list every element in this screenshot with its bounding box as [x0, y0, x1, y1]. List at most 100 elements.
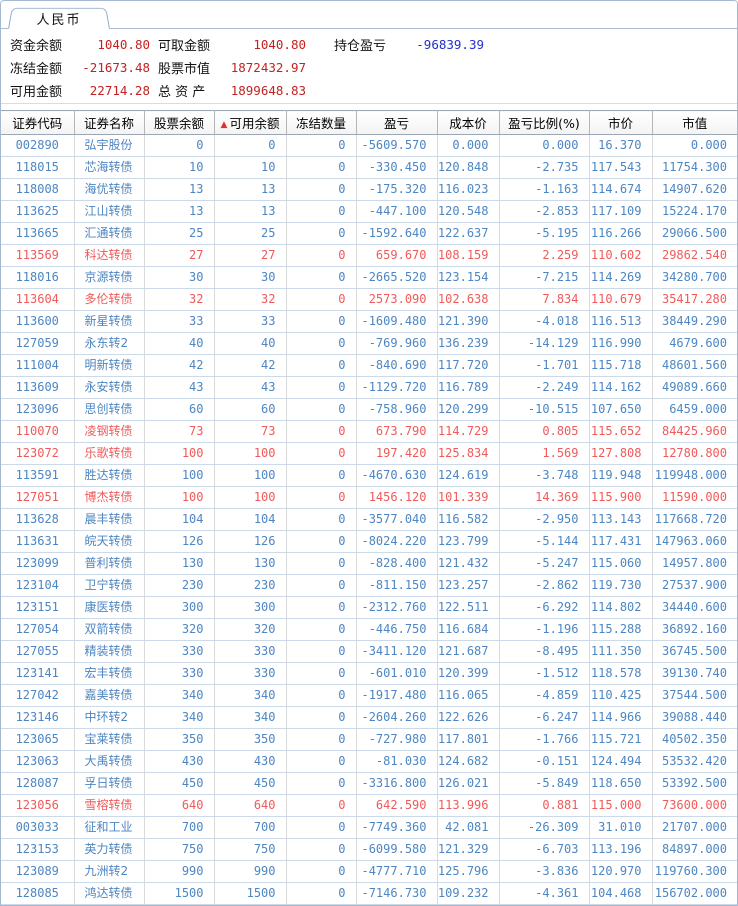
column-header-frozen[interactable]: 冻结数量	[286, 110, 357, 135]
cell-cost-price: 120.548	[437, 200, 500, 223]
cell-cost-price: 116.582	[437, 508, 500, 531]
cell-balance: 30	[144, 266, 215, 289]
table-row[interactable]: 113628 晨丰转债 104 104 0 -3577.040 116.582 -2.950 1…	[1, 508, 737, 531]
cell-balance: 1500	[144, 882, 215, 905]
cell-name: 永东转2	[74, 332, 145, 355]
table-row[interactable]: 123146 中环转2 340 340 0 -2604.260 122.626 -6.247 1…	[1, 706, 737, 729]
cell-market-price: 111.350	[589, 640, 653, 663]
cell-code: 113631	[1, 530, 75, 553]
table-row[interactable]: 123096 思创转债 60 60 0 -758.960 120.299 -10.515 107…	[1, 398, 737, 421]
cell-frozen: 0	[286, 838, 357, 861]
table-row[interactable]: 123104 卫宁转债 230 230 0 -811.150 123.257 -2.862 11…	[1, 574, 737, 597]
tab-rmb[interactable]: 人民币	[8, 6, 110, 30]
column-header-available[interactable]: ▲ 可用余额	[214, 110, 287, 135]
cell-frozen: 0	[286, 134, 357, 157]
table-row[interactable]: 123151 康医转债 300 300 0 -2312.760 122.511 -6.292 1…	[1, 596, 737, 619]
table-row[interactable]: 127042 嘉美转债 340 340 0 -1917.480 116.065 -4.859 1…	[1, 684, 737, 707]
table-row[interactable]: 123063 大禹转债 430 430 0 -81.030 124.682 -0.151 124…	[1, 750, 737, 773]
cell-available: 1500	[214, 882, 287, 905]
cell-available: 30	[214, 266, 287, 289]
cell-code: 123141	[1, 662, 75, 685]
table-row[interactable]: 113625 江山转债 13 13 0 -447.100 120.548 -2.853 117.…	[1, 200, 737, 223]
cell-frozen: 0	[286, 486, 357, 509]
cell-frozen: 0	[286, 442, 357, 465]
table-row[interactable]: 003033 征和工业 700 700 0 -7749.360 42.081 -26.309 3…	[1, 816, 737, 839]
cell-frozen: 0	[286, 464, 357, 487]
cell-pnl-ratio: -10.515	[499, 398, 590, 421]
table-row[interactable]: 113631 皖天转债 126 126 0 -8024.220 123.799 -5.144 1…	[1, 530, 737, 553]
column-header-code[interactable]: 证券代码	[1, 110, 75, 135]
table-row[interactable]: 128085 鸿达转债 1500 1500 0 -7146.730 109.232 -4.36…	[1, 882, 737, 905]
table-row[interactable]: 113569 科达转债 27 27 0 659.670 108.159 2.259 110.60…	[1, 244, 737, 267]
table-row[interactable]: 113665 汇通转债 25 25 0 -1592.640 122.637 -5.195 116…	[1, 222, 737, 245]
cell-pnl-ratio: -6.292	[499, 596, 590, 619]
cell-market-value: 38449.290	[652, 310, 737, 333]
table-row[interactable]: 123089 九洲转2 990 990 0 -4777.710 125.796 -3.836 1…	[1, 860, 737, 883]
table-row[interactable]: 123065 宝莱转债 350 350 0 -727.980 117.801 -1.766 11…	[1, 728, 737, 751]
table-row[interactable]: 113604 多伦转债 32 32 0 2573.090 102.638 7.834 110.6…	[1, 288, 737, 311]
cell-name: 永安转债	[74, 376, 145, 399]
cell-name: 宝莱转债	[74, 728, 145, 751]
cell-frozen: 0	[286, 860, 357, 883]
table-row[interactable]: 128087 孚日转债 450 450 0 -3316.800 126.021 -5.849 1…	[1, 772, 737, 795]
table-row[interactable]: 123099 普利转债 130 130 0 -828.400 121.432 -5.247 11…	[1, 552, 737, 575]
table-row[interactable]: 118008 海优转债 13 13 0 -175.320 116.023 -1.163 114.…	[1, 178, 737, 201]
cell-frozen: 0	[286, 156, 357, 179]
funds-balance-value: 1040.80	[97, 37, 150, 52]
cell-market-price: 117.431	[589, 530, 653, 553]
cell-market-price: 120.970	[589, 860, 653, 883]
cell-cost-price: 121.390	[437, 310, 500, 333]
cell-available: 32	[214, 288, 287, 311]
cell-pnl-ratio: -7.215	[499, 266, 590, 289]
table-row[interactable]: 002890 弘宇股份 0 0 0 -5609.570 0.000 0.000 16.370 0.…	[1, 134, 737, 157]
cell-balance: 450	[144, 772, 215, 795]
cell-available: 350	[214, 728, 287, 751]
cell-code: 113665	[1, 222, 75, 245]
cell-market-value: 37544.500	[652, 684, 737, 707]
column-header-name[interactable]: 证券名称	[74, 110, 145, 135]
table-row[interactable]: 127051 博杰转债 100 100 0 1456.120 101.339 14.369 11…	[1, 486, 737, 509]
holdings-body: 002890 弘宇股份 0 0 0 -5609.570 0.000 0.000 16.370 0.…	[1, 134, 737, 905]
table-row[interactable]: 127054 双箭转债 320 320 0 -446.750 116.684 -1.196 11…	[1, 618, 737, 641]
table-row[interactable]: 113600 新星转债 33 33 0 -1609.480 121.390 -4.018 116…	[1, 310, 737, 333]
cell-available: 126	[214, 530, 287, 553]
cell-pnl-ratio: -5.849	[499, 772, 590, 795]
table-row[interactable]: 118016 京源转债 30 30 0 -2665.520 123.154 -7.215 114…	[1, 266, 737, 289]
column-header-market-price[interactable]: 市价	[589, 110, 653, 135]
cell-cost-price: 42.081	[437, 816, 500, 839]
table-row[interactable]: 111004 明新转债 42 42 0 -840.690 117.720 -1.701 115.…	[1, 354, 737, 377]
table-row[interactable]: 123072 乐歌转债 100 100 0 197.420 125.834 1.569 127.…	[1, 442, 737, 465]
cell-balance: 430	[144, 750, 215, 773]
cell-name: 胜达转债	[74, 464, 145, 487]
table-row[interactable]: 127059 永东转2 40 40 0 -769.960 136.239 -14.129 116…	[1, 332, 737, 355]
cell-available: 13	[214, 200, 287, 223]
cell-market-price: 110.602	[589, 244, 653, 267]
table-row[interactable]: 113591 胜达转债 100 100 0 -4670.630 124.619 -3.748 1…	[1, 464, 737, 487]
cell-available: 60	[214, 398, 287, 421]
column-header-pnl-ratio[interactable]: 盈亏比例(%)	[499, 110, 590, 135]
cell-pnl: 673.790	[356, 420, 438, 443]
available-amount-value: 22714.28	[89, 83, 150, 98]
summary-row-3: 可用金额 22714.28 总 资 产 1899648.83	[1, 79, 737, 102]
column-header-balance[interactable]: 股票余额	[144, 110, 215, 135]
table-row[interactable]: 110070 凌钢转债 73 73 0 673.790 114.729 0.805 115.65…	[1, 420, 737, 443]
cell-code: 127042	[1, 684, 75, 707]
cell-frozen: 0	[286, 420, 357, 443]
cell-market-value: 147963.060	[652, 530, 737, 553]
cell-available: 340	[214, 684, 287, 707]
cell-pnl-ratio: -2.853	[499, 200, 590, 223]
column-header-pnl[interactable]: 盈亏	[356, 110, 438, 135]
cell-market-price: 119.948	[589, 464, 653, 487]
table-row[interactable]: 123141 宏丰转债 330 330 0 -601.010 120.399 -1.512 11…	[1, 662, 737, 685]
table-row[interactable]: 113609 永安转债 43 43 0 -1129.720 116.789 -2.249 114…	[1, 376, 737, 399]
column-header-market-value[interactable]: 市值	[652, 110, 737, 135]
table-row[interactable]: 118015 芯海转债 10 10 0 -330.450 120.848 -2.735 117.…	[1, 156, 737, 179]
cell-pnl-ratio: -5.247	[499, 552, 590, 575]
column-header-cost-price[interactable]: 成本价	[437, 110, 500, 135]
table-row[interactable]: 123056 雪榕转债 640 640 0 642.590 113.996 0.881 115.…	[1, 794, 737, 817]
table-row[interactable]: 123153 英力转债 750 750 0 -6099.580 121.329 -6.703 1…	[1, 838, 737, 861]
cell-pnl-ratio: -3.836	[499, 860, 590, 883]
cell-frozen: 0	[286, 750, 357, 773]
cell-pnl: -175.320	[356, 178, 438, 201]
table-row[interactable]: 127055 精装转债 330 330 0 -3411.120 121.687 -8.495 1…	[1, 640, 737, 663]
